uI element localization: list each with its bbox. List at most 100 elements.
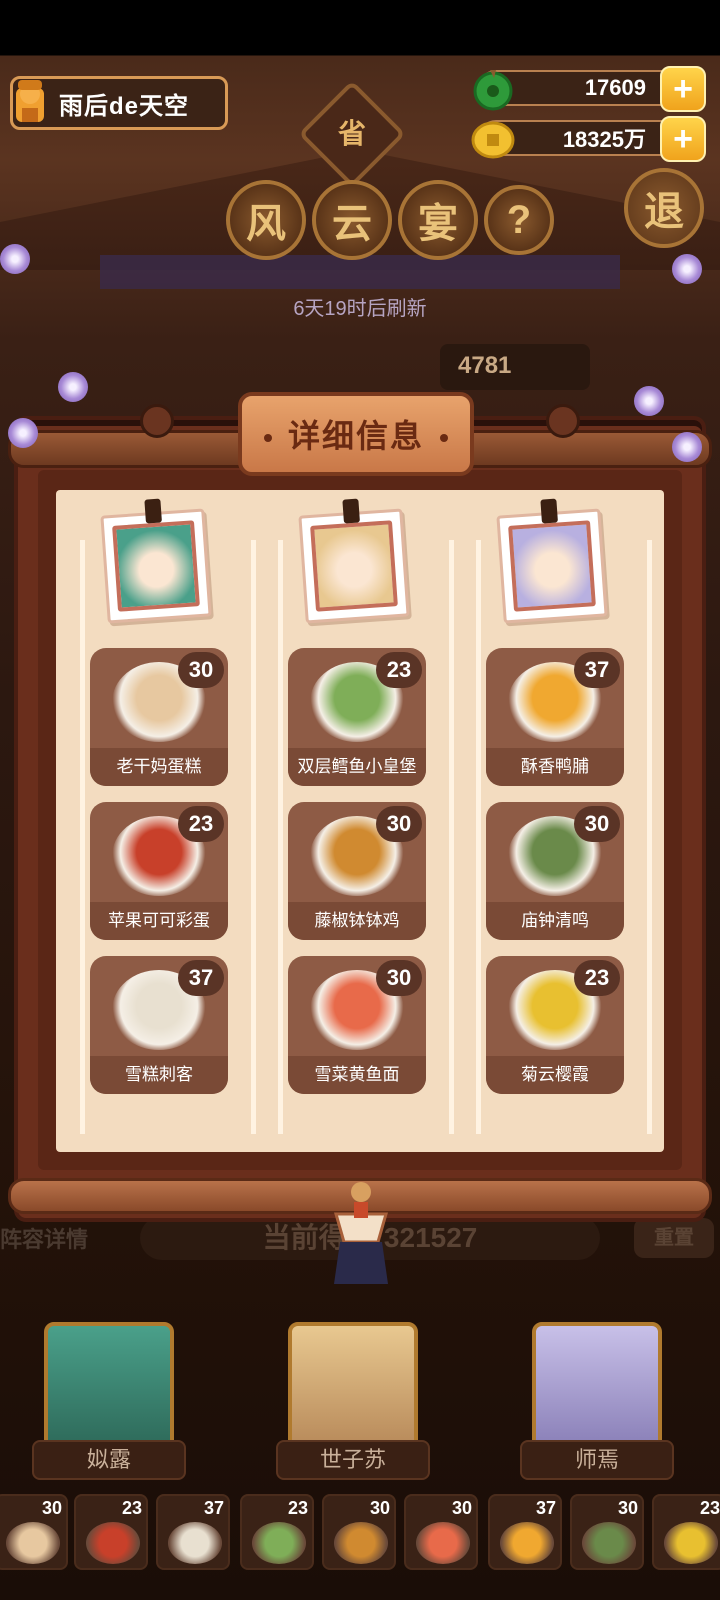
title-char-1: 风: [226, 180, 306, 260]
clip-icon: [144, 498, 162, 524]
dish-name: 雪菜黄鱼面: [288, 1056, 426, 1094]
portrait-face: [310, 520, 398, 612]
mini-dish-image: [500, 1522, 554, 1564]
refresh-timer: 6天19时后刷新: [293, 298, 427, 320]
tassel-icon: [334, 1182, 388, 1284]
jade-icon: [473, 70, 513, 111]
mini-dish-level: 23: [287, 1498, 308, 1518]
mini-dish-slot[interactable]: 30: [404, 1494, 478, 1570]
dish-level-badge: 30: [178, 652, 224, 688]
character-portrait-1[interactable]: [100, 498, 212, 624]
lineup-details-label[interactable]: 阵容详情: [0, 1222, 88, 1254]
dish-name: 酥香鸭脯: [486, 748, 624, 786]
mini-dish-level: 30: [451, 1498, 472, 1518]
dish-level-badge: 30: [376, 960, 422, 996]
cook-avatar-icon: [7, 80, 53, 126]
character-name-1: 姒露: [32, 1440, 186, 1480]
province-label: 省: [337, 118, 366, 149]
flower-icon: [0, 244, 30, 274]
mini-dish-slot[interactable]: 30: [322, 1494, 396, 1570]
mini-dish-image: [168, 1522, 222, 1564]
dish-card[interactable]: 30 庙钟清鸣: [486, 802, 624, 940]
exit-button[interactable]: 退: [624, 168, 704, 248]
dish-level-badge: 30: [376, 806, 422, 842]
flower-icon: [672, 432, 702, 462]
dish-level-badge: 23: [376, 652, 422, 688]
dish-card[interactable]: 37 酥香鸭脯: [486, 648, 624, 786]
event-title: 风 云 宴 ?: [226, 180, 554, 260]
mini-dish-level: 30: [369, 1498, 390, 1518]
roof-band: [100, 255, 620, 289]
character-name-2: 世子苏: [276, 1440, 430, 1480]
character-name-3: 师焉: [520, 1440, 674, 1480]
mini-dish-image: [664, 1522, 718, 1564]
mini-dish-level: 30: [41, 1498, 62, 1518]
mini-dish-slot[interactable]: 23: [74, 1494, 148, 1570]
mini-dish-slot[interactable]: 23: [240, 1494, 314, 1570]
dish-level-badge: 30: [574, 806, 620, 842]
mini-dish-level: 37: [203, 1498, 224, 1518]
mini-dish-image: [86, 1522, 140, 1564]
mini-dish-image: [416, 1522, 470, 1564]
add-jade-button[interactable]: +: [660, 66, 706, 112]
mini-dish-image: [582, 1522, 636, 1564]
add-coin-button[interactable]: +: [660, 116, 706, 162]
coin-icon: [471, 121, 515, 159]
dish-level-badge: 23: [178, 806, 224, 842]
character-card-2[interactable]: [288, 1322, 418, 1450]
background-score: 4781: [440, 344, 590, 390]
character-portrait-3[interactable]: [496, 498, 608, 624]
character-card-1[interactable]: [44, 1322, 174, 1450]
dish-card[interactable]: 23 菊云樱霞: [486, 956, 624, 1094]
flower-icon: [8, 418, 38, 448]
reset-button[interactable]: 重置: [634, 1218, 714, 1258]
dish-name: 庙钟清鸣: [486, 902, 624, 940]
dish-name: 菊云樱霞: [486, 1056, 624, 1094]
portrait-face: [508, 520, 596, 612]
flower-icon: [672, 254, 702, 284]
mini-dish-image: [6, 1522, 60, 1564]
dish-name: 苹果可可彩蛋: [90, 902, 228, 940]
clip-icon: [342, 498, 360, 524]
mini-dish-image: [252, 1522, 306, 1564]
character-card-3[interactable]: [532, 1322, 662, 1450]
knot-icon: [140, 404, 174, 438]
player-name: 雨后de天空: [59, 92, 190, 120]
dish-name: 雪糕刺客: [90, 1056, 228, 1094]
dish-level-badge: 23: [574, 960, 620, 996]
dish-card[interactable]: 37 雪糕刺客: [90, 956, 228, 1094]
dish-name: 老干妈蛋糕: [90, 748, 228, 786]
dish-name: 双层鳕鱼小皇堡: [288, 748, 426, 786]
mini-dish-level: 23: [699, 1498, 720, 1518]
dish-card[interactable]: 23 双层鳕鱼小皇堡: [288, 648, 426, 786]
player-badge[interactable]: 雨后de天空: [10, 76, 228, 130]
mini-dish-slot[interactable]: 37: [488, 1494, 562, 1570]
knot-icon: [546, 404, 580, 438]
mini-dish-slot[interactable]: 30: [0, 1494, 68, 1570]
character-portrait-2[interactable]: [298, 498, 410, 624]
help-button[interactable]: ?: [484, 185, 554, 255]
portrait-face: [112, 520, 200, 612]
coin-currency: 18325万 +: [471, 116, 706, 162]
mini-dish-slot[interactable]: 37: [156, 1494, 230, 1570]
mini-dish-slot[interactable]: 30: [570, 1494, 644, 1570]
dish-card[interactable]: 23 苹果可可彩蛋: [90, 802, 228, 940]
dish-name: 藤椒钵钵鸡: [288, 902, 426, 940]
jade-currency: 17609 +: [473, 66, 706, 112]
mini-dish-slot[interactable]: 23: [652, 1494, 720, 1570]
flower-icon: [58, 372, 88, 402]
dish-level-badge: 37: [178, 960, 224, 996]
mini-dish-level: 37: [535, 1498, 556, 1518]
mini-dish-level: 30: [617, 1498, 638, 1518]
clip-icon: [540, 498, 558, 524]
mini-dish-image: [334, 1522, 388, 1564]
mini-dish-level: 23: [121, 1498, 142, 1518]
dish-card[interactable]: 30 老干妈蛋糕: [90, 648, 228, 786]
modal-title: 详细信息: [238, 392, 474, 476]
flower-icon: [634, 386, 664, 416]
dish-level-badge: 37: [574, 652, 620, 688]
dish-card[interactable]: 30 雪菜黄鱼面: [288, 956, 426, 1094]
title-char-3: 宴: [398, 180, 478, 260]
title-char-2: 云: [312, 180, 392, 260]
dish-card[interactable]: 30 藤椒钵钵鸡: [288, 802, 426, 940]
